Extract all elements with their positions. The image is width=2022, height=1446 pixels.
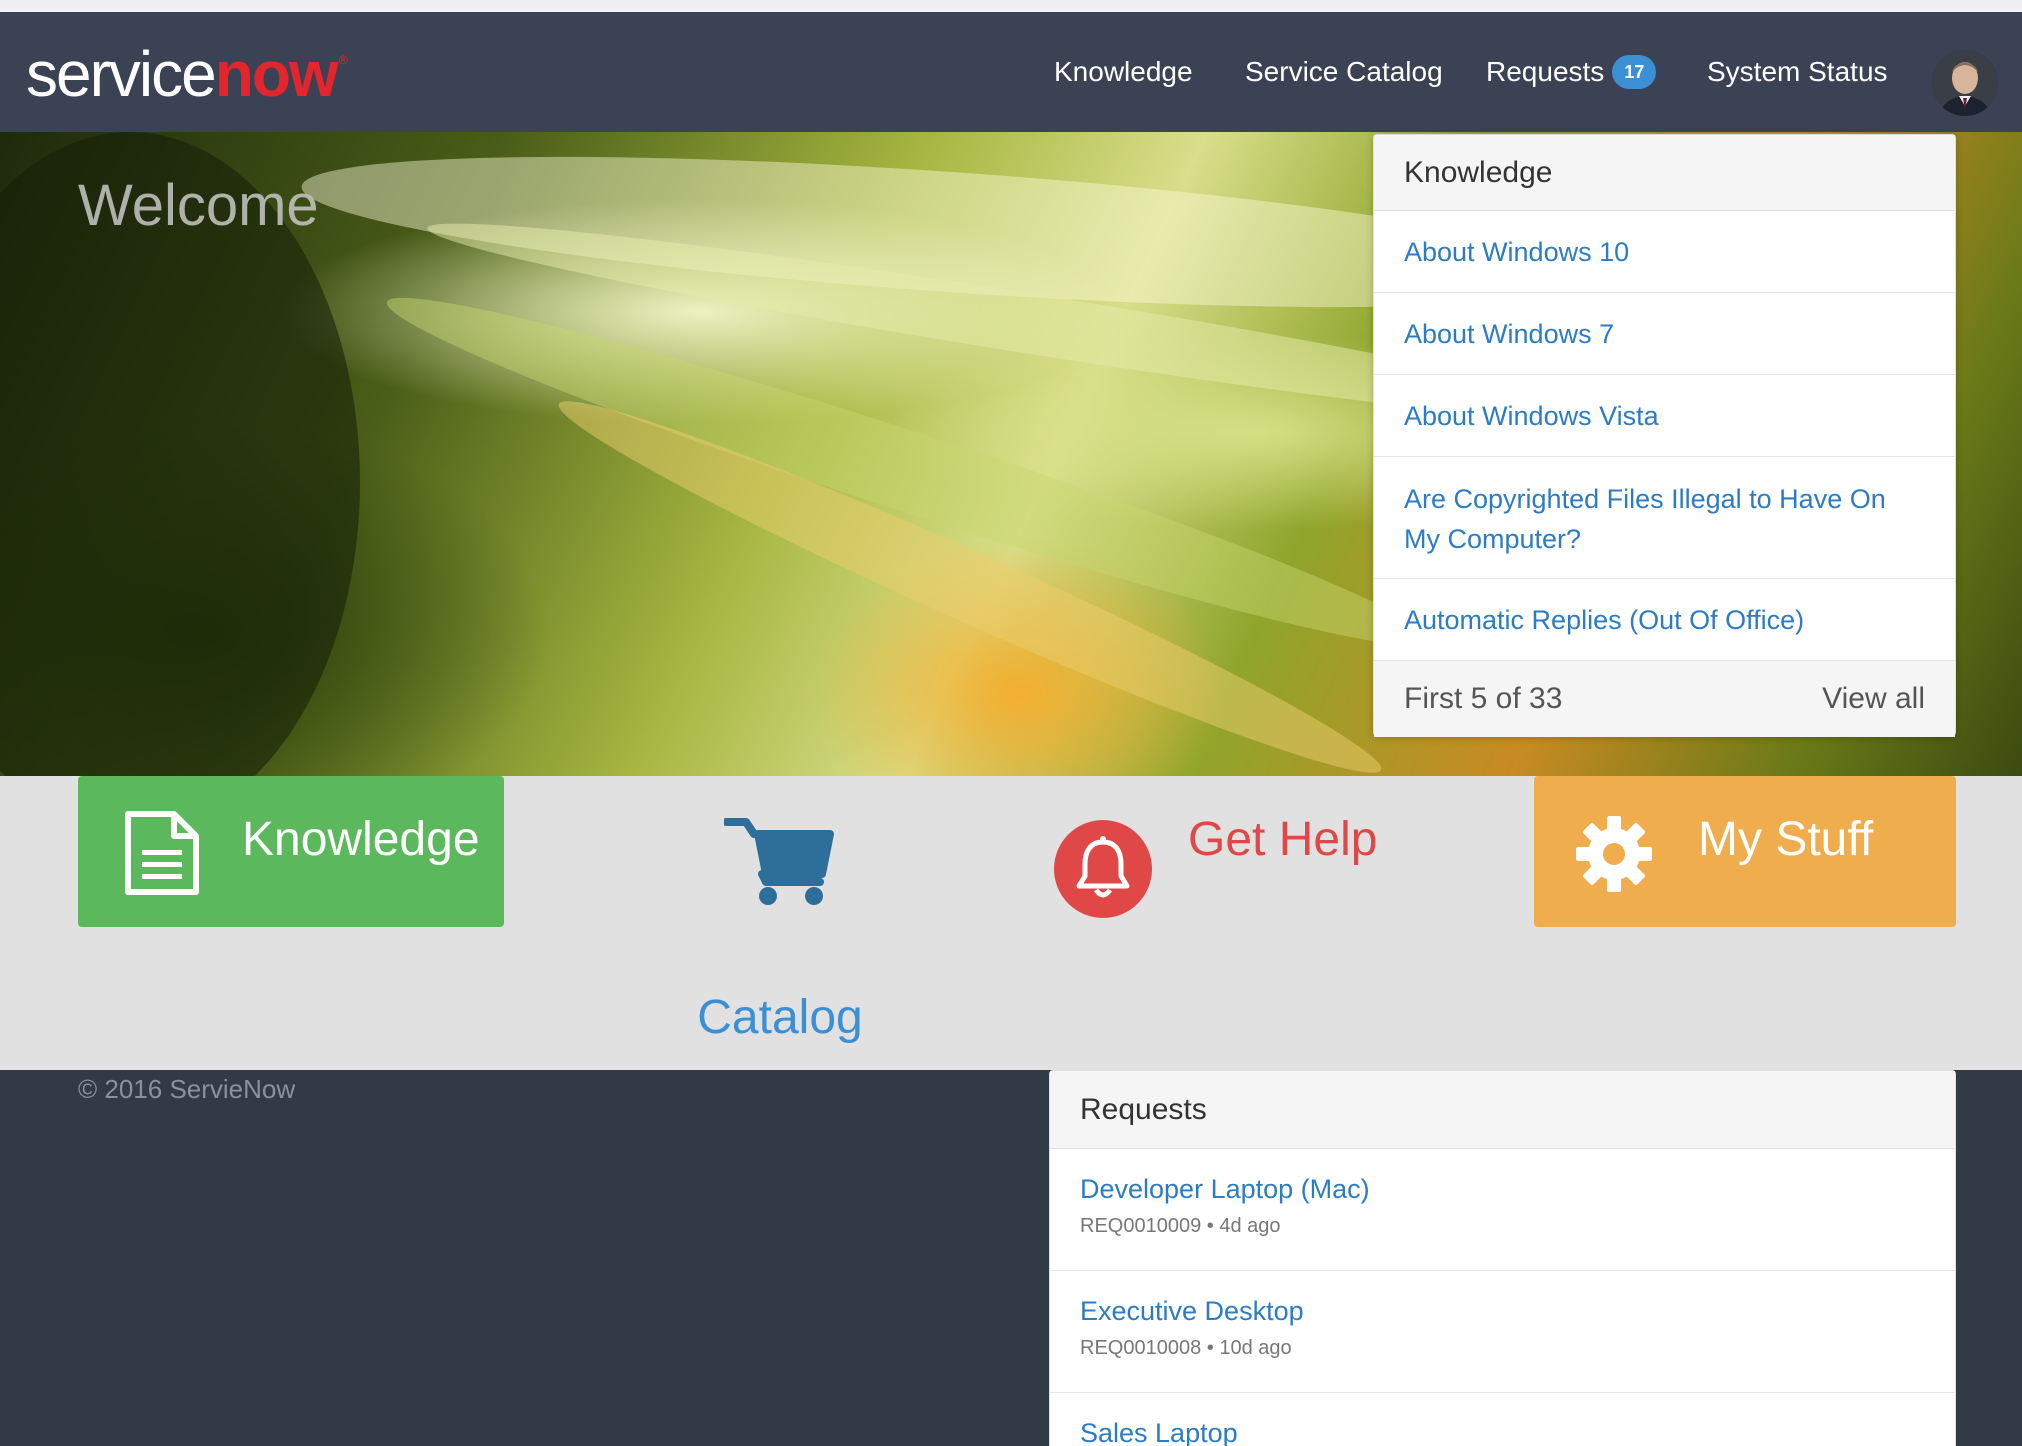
- avatar-icon: [1932, 50, 1998, 116]
- knowledge-tile[interactable]: Knowledge: [78, 776, 504, 927]
- catalog-tile[interactable]: Catalog: [680, 816, 880, 1044]
- bell-icon-badge: [1054, 820, 1152, 918]
- bell-icon: [1076, 836, 1130, 898]
- meta-separator: •: [1206, 1215, 1214, 1237]
- request-meta: REQ0010009 • 4d ago: [1080, 1215, 1925, 1238]
- top-strip: [0, 0, 2022, 12]
- knowledge-panel-footer: First 5 of 33 View all: [1374, 661, 1955, 737]
- get-help-tile[interactable]: Get Help: [1054, 804, 1384, 934]
- request-title: Developer Laptop (Mac): [1080, 1174, 1370, 1204]
- nav-system-status[interactable]: System Status: [1707, 12, 1888, 132]
- knowledge-article-link[interactable]: About Windows 7: [1374, 293, 1955, 375]
- request-age: 10d ago: [1219, 1337, 1292, 1359]
- knowledge-article-link[interactable]: Automatic Replies (Out Of Office): [1374, 579, 1955, 661]
- gear-icon: [1576, 816, 1652, 892]
- knowledge-panel: Knowledge About Windows 10 About Windows…: [1373, 134, 1956, 737]
- user-avatar[interactable]: [1932, 50, 1998, 116]
- copyright-text: © 2016 ServieNow: [78, 1074, 296, 1104]
- welcome-heading: Welcome: [78, 173, 319, 238]
- request-title: Executive Desktop: [1080, 1296, 1304, 1326]
- main-nav: Knowledge Service Catalog Requests 17 Sys…: [0, 12, 2022, 132]
- requests-panel-title: Requests: [1050, 1071, 1955, 1149]
- my-stuff-tile-label: My Stuff: [1698, 813, 1874, 866]
- knowledge-view-all-link[interactable]: View all: [1822, 661, 1925, 737]
- nav-requests[interactable]: Requests 17: [1486, 12, 1657, 132]
- knowledge-article-link[interactable]: About Windows Vista: [1374, 375, 1955, 457]
- request-item[interactable]: Sales Laptop: [1050, 1393, 1955, 1446]
- catalog-tile-label: Catalog: [697, 991, 863, 1044]
- request-title: Sales Laptop: [1080, 1418, 1238, 1446]
- knowledge-tile-label: Knowledge: [242, 813, 480, 866]
- knowledge-article-link[interactable]: About Windows 10: [1374, 211, 1955, 293]
- document-icon: [125, 811, 199, 895]
- request-number: REQ0010008: [1080, 1337, 1202, 1359]
- requests-panel: Requests Developer Laptop (Mac) REQ00100…: [1049, 1070, 1956, 1446]
- nav-knowledge[interactable]: Knowledge: [1054, 12, 1193, 132]
- requests-count-badge: 17: [1612, 54, 1657, 89]
- quick-links-section: Knowledge Catalog Get Help My Stuff: [0, 776, 2022, 1070]
- request-item[interactable]: Developer Laptop (Mac) REQ0010009 • 4d a…: [1050, 1149, 1955, 1271]
- meta-separator: •: [1206, 1337, 1214, 1359]
- knowledge-article-link[interactable]: Are Copyrighted Files Illegal to Have On…: [1374, 457, 1955, 579]
- knowledge-panel-title: Knowledge: [1374, 135, 1955, 211]
- get-help-tile-label: Get Help: [1188, 813, 1378, 866]
- my-stuff-tile[interactable]: My Stuff: [1534, 776, 1956, 927]
- request-meta: REQ0010008 • 10d ago: [1080, 1337, 1925, 1360]
- request-item[interactable]: Executive Desktop REQ0010008 • 10d ago: [1050, 1271, 1955, 1393]
- nav-service-catalog[interactable]: Service Catalog: [1245, 12, 1443, 132]
- knowledge-count-text: First 5 of 33: [1404, 682, 1563, 715]
- cart-icon: [724, 818, 834, 905]
- nav-requests-label: Requests: [1486, 56, 1605, 87]
- request-number: REQ0010009: [1080, 1215, 1202, 1237]
- request-age: 4d ago: [1219, 1215, 1281, 1237]
